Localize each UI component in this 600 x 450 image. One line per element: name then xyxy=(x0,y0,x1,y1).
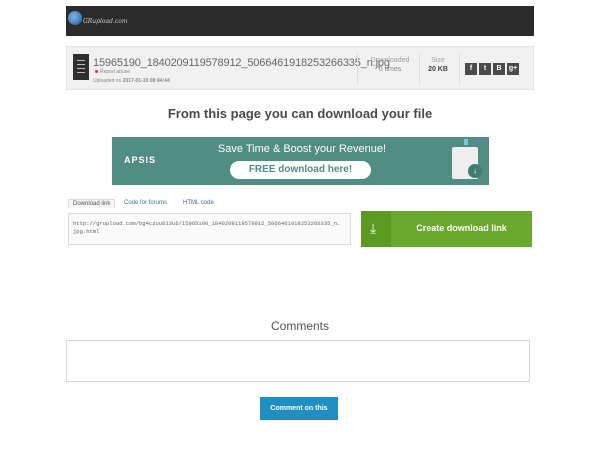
site-logo-text[interactable]: GRupload.com xyxy=(83,18,128,25)
ad-brand: APSIS xyxy=(124,155,157,165)
download-link-textarea[interactable]: http://grupload.com/bg4czuu613u6/1596519… xyxy=(68,213,351,245)
report-abuse-label: Report abuse xyxy=(100,69,131,75)
download-arrow-icon: ⤓ xyxy=(361,211,391,247)
ad-close-icon[interactable]: ✕ xyxy=(476,138,483,147)
ad-headline: Save Time & Boost your Revenue! xyxy=(217,143,387,155)
page-headline: From this page you can download your fil… xyxy=(167,106,433,121)
file-info-bar: 15965190_1840209119578912_50664619182532… xyxy=(66,46,534,90)
tab-code-for-forums[interactable]: Code for forums xyxy=(124,200,167,206)
create-download-link-button[interactable]: ⤓ Create download link xyxy=(361,211,532,247)
comment-textarea[interactable] xyxy=(66,340,530,382)
document-icon xyxy=(73,54,89,80)
globe-icon[interactable] xyxy=(68,11,82,25)
site-header: GRupload.com xyxy=(66,6,534,36)
create-download-link-label: Create download link xyxy=(416,223,507,233)
warning-dot-icon xyxy=(95,70,98,74)
size-value: 20 KB xyxy=(428,66,448,73)
downloads-label: Downloaded xyxy=(370,57,410,64)
report-abuse-link[interactable]: Report abuse xyxy=(95,69,130,75)
divider xyxy=(459,53,460,85)
download-link-text[interactable]: http://grupload.com/bg4czuu613u6/1596519… xyxy=(73,220,343,236)
size-label: Size xyxy=(431,57,445,64)
ad-cta-button[interactable]: FREE download here! xyxy=(230,161,371,179)
uploaded-label: Uploaded on xyxy=(93,78,122,84)
size-stat: Size 20 KB xyxy=(423,57,453,73)
tab-download-link[interactable]: Download link xyxy=(68,199,116,208)
google-plus-share-button[interactable]: g+ xyxy=(507,63,519,75)
comment-submit-button[interactable]: Comment on this xyxy=(260,397,338,420)
uploaded-date: 2017-01-19 08:44:44 xyxy=(122,78,170,84)
ad-download-icon: ↓ xyxy=(468,164,482,178)
adchoices-icon[interactable] xyxy=(464,139,472,145)
upload-date: Uploaded on 2017-01-19 08:44:44 xyxy=(93,78,170,84)
blogger-share-button[interactable]: B xyxy=(493,63,505,75)
downloads-value: 0 times xyxy=(378,66,402,73)
tab-html-code[interactable]: HTML code xyxy=(183,200,214,206)
twitter-share-button[interactable]: t xyxy=(479,63,491,75)
facebook-share-button[interactable]: f xyxy=(465,63,477,75)
divider xyxy=(419,53,420,85)
comments-heading: Comments xyxy=(270,319,329,333)
downloads-stat: Downloaded 0 times xyxy=(365,57,415,73)
advertisement-banner[interactable]: APSIS Save Time & Boost your Revenue! FR… xyxy=(112,137,489,185)
file-name: 15965190_1840209119578912_50664619182532… xyxy=(93,57,390,69)
divider xyxy=(357,53,358,85)
